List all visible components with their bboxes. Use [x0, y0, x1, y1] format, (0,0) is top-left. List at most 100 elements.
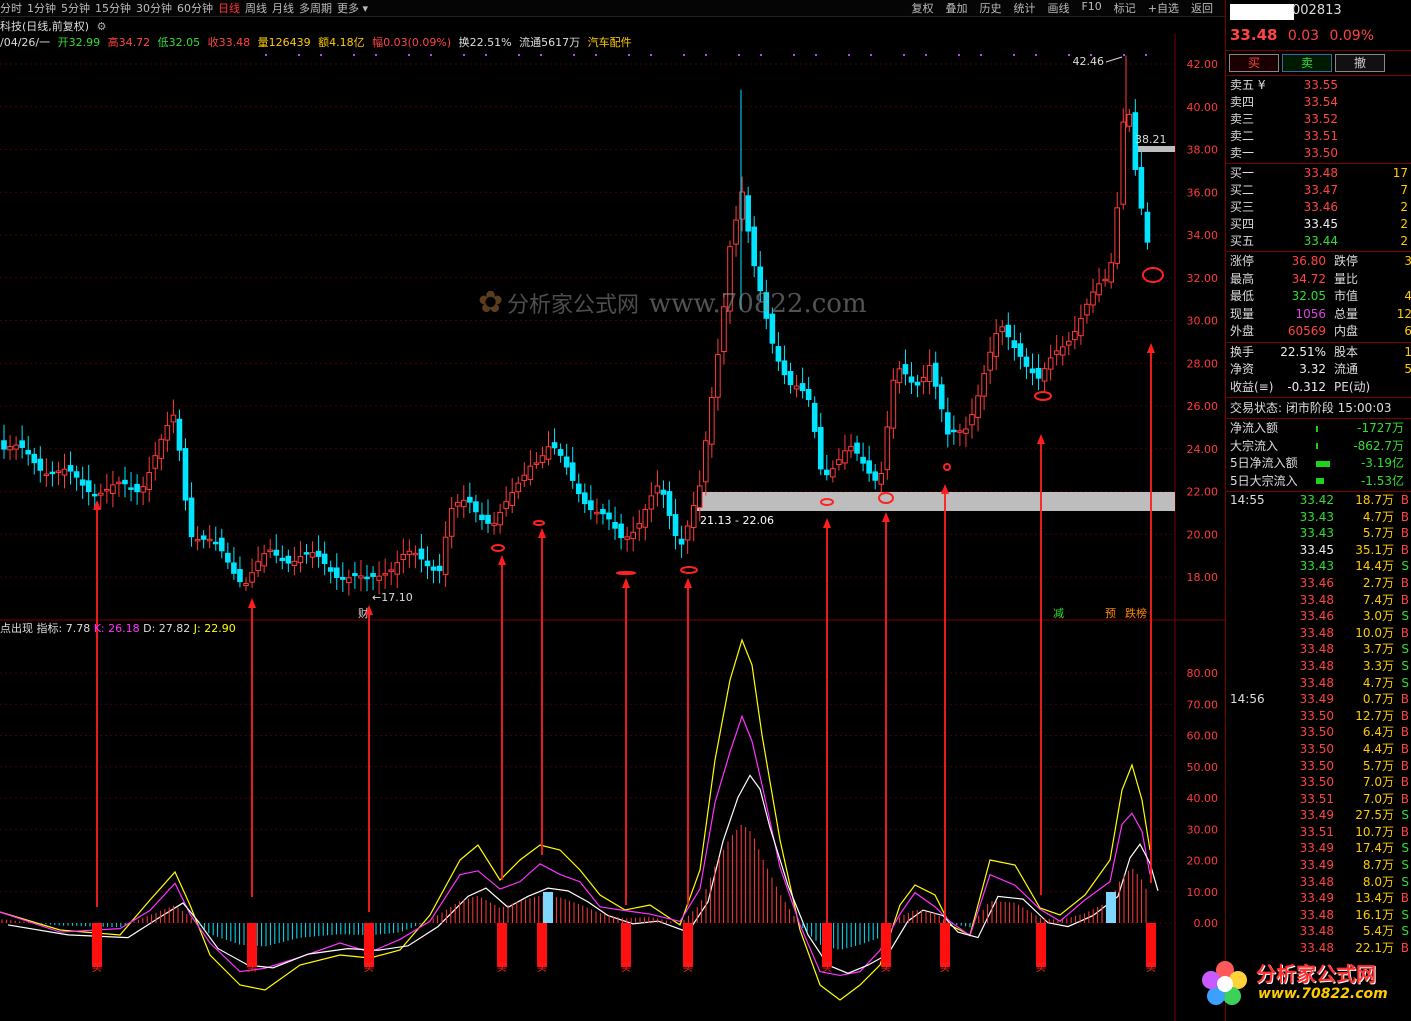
- chart-tools: 复权 叠加 历史 统计 画线 F10 标记 +自选 返回: [905, 0, 1219, 16]
- period-tab-2[interactable]: 5分钟: [61, 0, 95, 16]
- buy-signal-label: 买: [537, 962, 547, 974]
- tick-row: 33.50 5.7万 B: [1226, 758, 1411, 775]
- ask-level-price: 33.55: [1303, 78, 1338, 92]
- period-tab-0[interactable]: 分时: [0, 0, 27, 16]
- tick-side: B: [1400, 775, 1409, 790]
- tick-row: 33.48 8.0万 S: [1226, 874, 1411, 891]
- ask-level[interactable]: 卖四 33.54: [1226, 94, 1411, 111]
- tick-price: 33.50: [1299, 741, 1334, 756]
- candle-body: [467, 496, 473, 503]
- candle-body: [321, 553, 328, 564]
- candle-body: [975, 395, 981, 419]
- ask-level[interactable]: 卖一 33.50: [1226, 145, 1411, 162]
- period-tab-5[interactable]: 60分钟: [177, 0, 218, 16]
- candle-body: [703, 440, 709, 483]
- period-tab-6[interactable]: 日线: [218, 0, 245, 16]
- buy-signal-bar: [1036, 923, 1046, 967]
- candle-body: [400, 553, 407, 561]
- candle-body: [461, 499, 467, 508]
- high-price-label: 42.46: [1073, 55, 1105, 68]
- period-tab-8[interactable]: 月线: [272, 0, 299, 16]
- tick-row: 33.43 5.7万 B: [1226, 525, 1411, 542]
- bid-level[interactable]: 买四 33.45 2: [1226, 216, 1411, 233]
- ask-level[interactable]: 卖二 33.51: [1226, 128, 1411, 145]
- event-dot: [903, 54, 905, 56]
- tick-time: 14:55: [1230, 493, 1265, 507]
- watermark-logo-icon: ✿: [478, 285, 504, 320]
- tick-volume: 13.4万: [1355, 891, 1394, 906]
- indicator-value: K: 26.18: [94, 622, 143, 635]
- stat-label: 涨停: [1230, 254, 1255, 268]
- signal-circle: [680, 566, 698, 574]
- stat-label-2: 股本: [1334, 344, 1359, 359]
- tool-button-3[interactable]: 统计: [1007, 0, 1041, 16]
- bid-level[interactable]: 买三 33.46 2: [1226, 199, 1411, 216]
- stat-value-2: 4: [1404, 289, 1411, 303]
- candle-body: [1011, 340, 1018, 348]
- tick-price: 33.43: [1299, 526, 1334, 541]
- tool-button-6[interactable]: 标记: [1108, 0, 1142, 16]
- candle-body: [243, 583, 249, 587]
- tool-button-5[interactable]: F10: [1075, 0, 1107, 16]
- tool-button-0[interactable]: 复权: [905, 0, 939, 16]
- candle-body: [176, 418, 183, 451]
- tool-button-4[interactable]: 画线: [1041, 0, 1075, 16]
- flow-row: 大宗流入 -862.7万: [1226, 438, 1411, 456]
- period-tab-7[interactable]: 周线: [245, 0, 272, 16]
- buy-signal-bar: [497, 923, 507, 967]
- bid-level[interactable]: 买二 33.47 7: [1226, 182, 1411, 199]
- bid-level-name: 买一: [1230, 166, 1255, 180]
- tick-volume: 5.7万: [1362, 526, 1394, 541]
- quote-panel: 002813 33.48 0.03 0.09% 买 卖 撤 卖五 ¥33.55 卖…: [1225, 0, 1411, 1021]
- period-tab-9[interactable]: 多周期: [299, 0, 337, 16]
- stat-value-2: 1: [1404, 344, 1411, 359]
- indicator-tick-label: 60.00: [1187, 730, 1219, 743]
- signal-circle: [616, 571, 636, 575]
- candle-body: [745, 195, 751, 232]
- tick-time: [1230, 807, 1290, 824]
- candle-body: [618, 523, 624, 539]
- candle-body: [600, 509, 606, 515]
- tool-button-7[interactable]: +自选: [1142, 0, 1185, 16]
- tick-price: 33.48: [1299, 592, 1334, 607]
- candle-body: [563, 456, 570, 468]
- tick-volume: 8.0万: [1362, 874, 1394, 889]
- candle-body: [1059, 346, 1066, 356]
- tick-row: 33.50 4.4万 B: [1226, 741, 1411, 758]
- tick-row: 33.49 27.5万 S: [1226, 807, 1411, 824]
- ask-level-volume: [1338, 77, 1408, 94]
- candle-body: [902, 364, 909, 375]
- ask-level[interactable]: 卖五 ¥ 33.55: [1226, 77, 1411, 94]
- tool-button-2[interactable]: 历史: [973, 0, 1007, 16]
- candle-body: [225, 552, 231, 563]
- period-tab-4[interactable]: 30分钟: [136, 0, 177, 16]
- quote-header: 002813 33.48 0.03 0.09%: [1226, 0, 1411, 51]
- kline-chart[interactable]: 42.00 40.00 38.00 36.00 34.00 32.00 30.00 28.00…: [0, 34, 1225, 1021]
- stat-row: 收益(≡) -0.312 PE(动): [1226, 379, 1411, 397]
- tool-button-1[interactable]: 叠加: [939, 0, 973, 16]
- candle-body: [249, 572, 255, 583]
- tick-time: [1230, 857, 1290, 874]
- candle-body: [116, 481, 122, 485]
- sell-button[interactable]: 卖: [1282, 54, 1332, 72]
- bid-level-price: 33.47: [1303, 183, 1338, 197]
- period-tab-1[interactable]: 1分钟: [27, 0, 61, 16]
- buy-button[interactable]: 买: [1229, 54, 1279, 72]
- tool-button-8[interactable]: 返回: [1185, 0, 1219, 16]
- cancel-button[interactable]: 撤: [1335, 54, 1385, 72]
- stat-label: 最低: [1230, 289, 1255, 303]
- bid-level[interactable]: 买一 33.48 17: [1226, 165, 1411, 182]
- gear-icon[interactable]: ⚙: [97, 20, 107, 33]
- candle-body: [503, 501, 509, 509]
- candle-body: [926, 364, 933, 383]
- candle-body: [98, 492, 104, 496]
- period-tab-10[interactable]: 更多 ▾: [337, 0, 373, 16]
- bid-level[interactable]: 买五 33.44 2: [1226, 233, 1411, 250]
- tick-volume: 7.4万: [1362, 592, 1394, 607]
- candle-body: [388, 569, 394, 572]
- period-tab-3[interactable]: 15分钟: [95, 0, 136, 16]
- candle-body: [7, 445, 13, 451]
- tick-volume: 17.4万: [1355, 841, 1394, 856]
- ask-level[interactable]: 卖三 33.52: [1226, 111, 1411, 128]
- candle-body: [1005, 324, 1012, 338]
